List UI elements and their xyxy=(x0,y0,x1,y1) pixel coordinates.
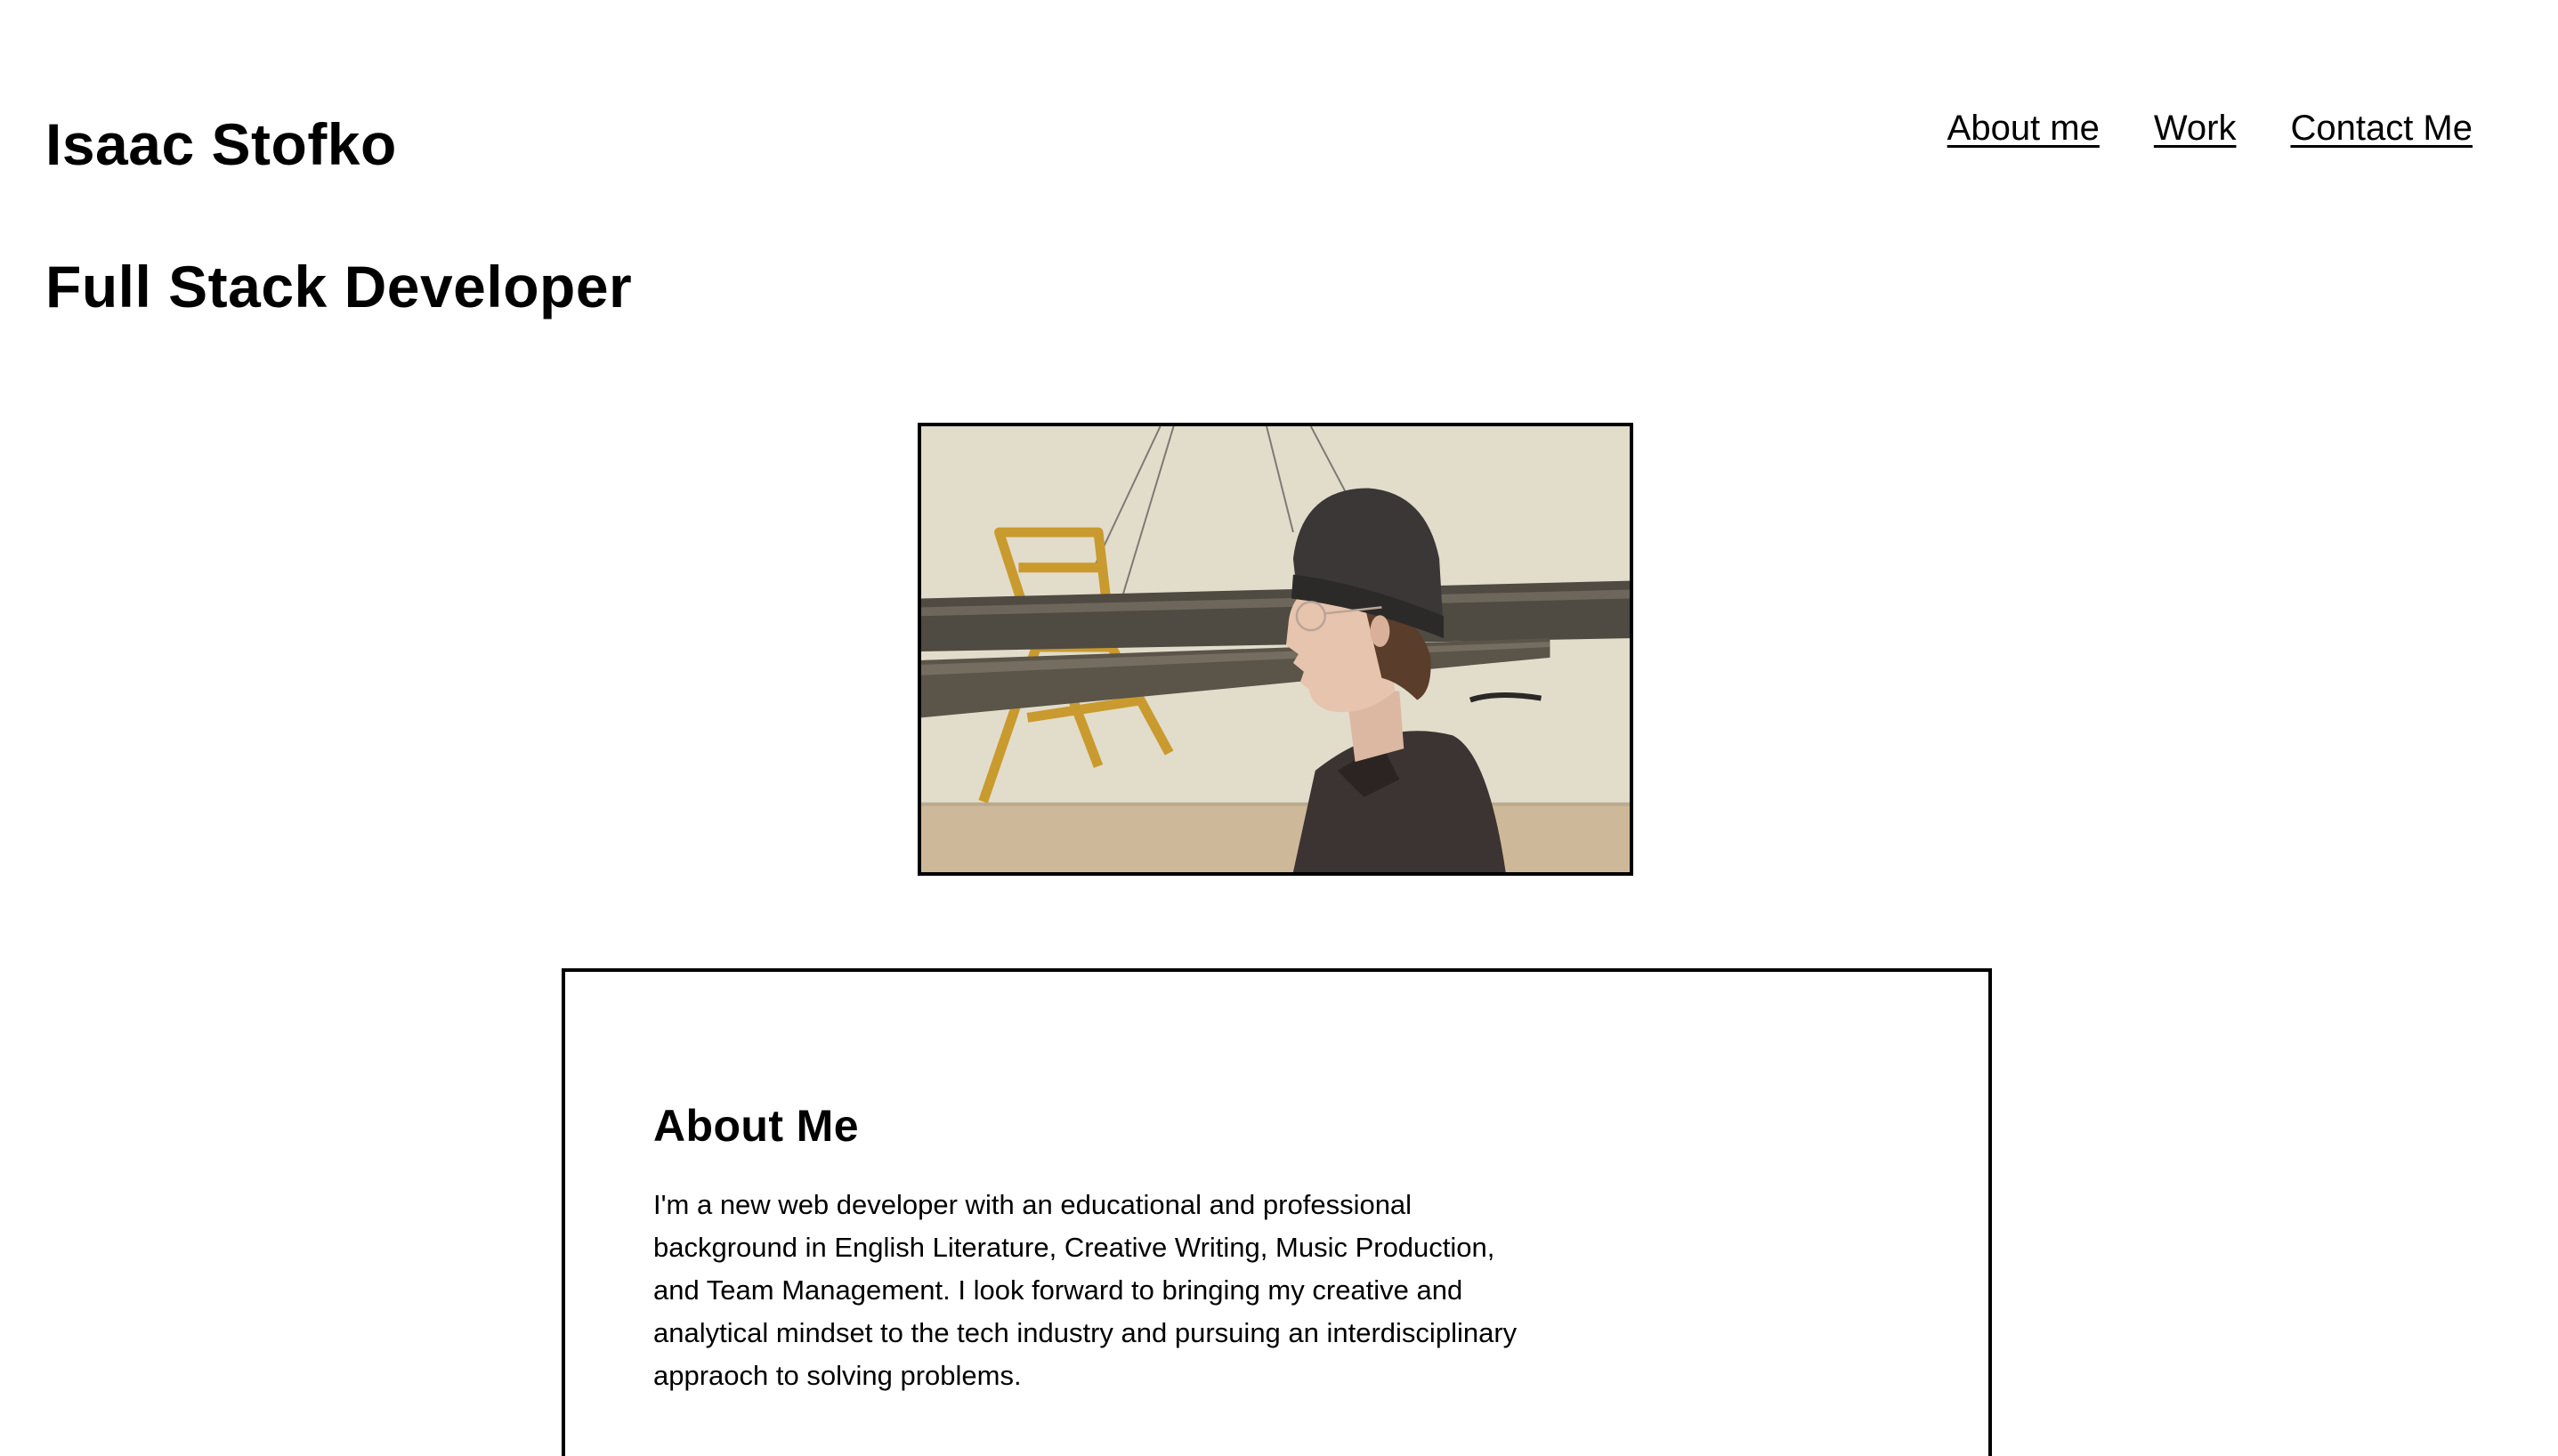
nav-link-contact-me[interactable]: Contact Me xyxy=(2290,101,2473,155)
nav-link-about-me[interactable]: About me xyxy=(1947,101,2100,155)
about-me-section: About Me I'm a new web developer with an… xyxy=(562,968,1992,1456)
job-title: Full Stack Developer xyxy=(45,254,633,320)
nav-link-work[interactable]: Work xyxy=(2154,101,2237,155)
main-nav: About me Work Contact Me xyxy=(1947,101,2473,155)
profile-photo-illustration xyxy=(921,426,1630,872)
profile-photo xyxy=(918,423,1633,876)
about-me-heading: About Me xyxy=(653,1101,859,1151)
site-name: Isaac Stofko xyxy=(45,111,397,177)
about-me-paragraph: I'm a new web developer with an educatio… xyxy=(653,1189,1518,1391)
portfolio-page: Isaac Stofko About me Work Contact Me Fu… xyxy=(0,0,2558,1456)
